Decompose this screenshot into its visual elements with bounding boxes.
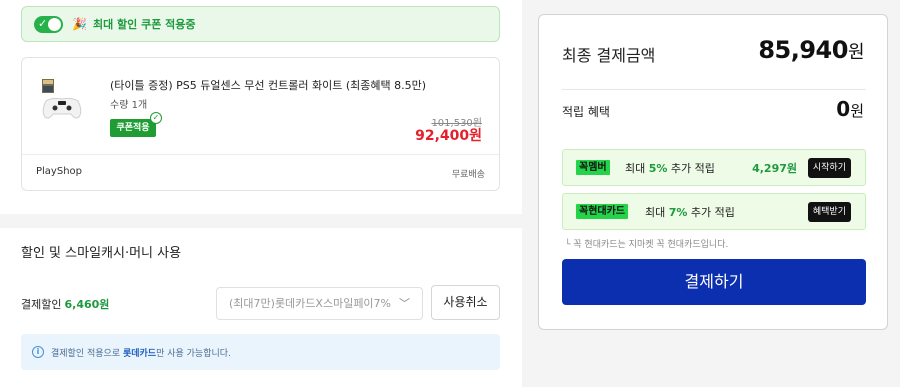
- total-amount: 85,940원: [758, 36, 864, 64]
- payment-discount-label: 결제할인 6,460원: [21, 296, 109, 312]
- order-left-column: ✓ 🎉 최대 할인 쿠폰 적용중 (타이틀 증정) PS5 듀얼센스 무선 컨트…: [0, 0, 522, 387]
- reward-amount-value: 0: [836, 97, 851, 121]
- party-popper-icon: 🎉: [72, 17, 87, 31]
- total-label: 최종 결제금액: [562, 46, 656, 65]
- discount-info-text: 결제할인 적용으로 롯데카드만 사용 가능합니다.: [51, 346, 231, 359]
- check-icon: ✓: [38, 16, 48, 30]
- promo-text-after: 추가 적립: [667, 162, 715, 175]
- chevron-down-icon: ﹀: [399, 297, 410, 310]
- coupon-applied-text: 최대 할인 쿠폰 적용중: [92, 18, 196, 31]
- coupon-toggle[interactable]: ✓: [34, 15, 63, 33]
- membership-promo-text: 최대 5% 추가 적립: [625, 160, 715, 176]
- product-title[interactable]: (타이틀 증정) PS5 듀얼센스 무선 컨트롤러 화이트 (최종혜택 8.5만…: [110, 77, 426, 93]
- membership-reward-value: 4,297원: [752, 162, 797, 175]
- product-item: (타이틀 증정) PS5 듀얼센스 무선 컨트롤러 화이트 (최종혜택 8.5만…: [21, 57, 500, 191]
- info-text-after: 만 사용 가능합니다.: [156, 348, 231, 359]
- check-icon: ✓: [150, 112, 162, 124]
- toggle-knob: [48, 17, 61, 31]
- reward-label: 적립 혜택: [562, 105, 610, 119]
- divider: [22, 154, 499, 155]
- discount-info-box: i 결제할인 적용으로 롯데카드만 사용 가능합니다.: [21, 334, 500, 370]
- discount-heading: 할인 및 스마일캐시·머니 사용: [21, 246, 182, 261]
- discount-card: 할인 및 스마일캐시·머니 사용 결제할인 6,460원 (최대7만)롯데카드X스…: [0, 228, 522, 387]
- card-discount-select[interactable]: (최대7만)롯데카드X스마일페이7% ﹀: [216, 287, 423, 320]
- order-product-card: ✓ 🎉 최대 할인 쿠폰 적용중 (타이틀 증정) PS5 듀얼센스 무선 컨트…: [0, 0, 522, 214]
- promo-text-before: 최대: [645, 206, 669, 219]
- badge-name: 멤버: [588, 162, 607, 173]
- sale-price: 92,400원: [415, 128, 482, 144]
- currency-unit: 원: [847, 42, 865, 63]
- max-coupon-bar: ✓ 🎉 최대 할인 쿠폰 적용중: [21, 6, 500, 42]
- hyundai-card-promo-text: 최대 7% 추가 적립: [645, 204, 735, 220]
- cancel-discount-button[interactable]: 사용취소: [431, 285, 500, 320]
- membership-badge: 꼭멤버: [576, 160, 610, 175]
- payment-summary-panel: 최종 결제금액 85,940원 적립 혜택 0원 꼭멤버 최대 5% 추가 적립…: [538, 14, 888, 330]
- info-text-before: 결제할인 적용으로: [51, 348, 123, 359]
- pay-button[interactable]: 결제하기: [562, 259, 866, 305]
- total-amount-value: 85,940: [758, 36, 848, 64]
- start-membership-button[interactable]: 시작하기: [807, 158, 851, 178]
- badge-prefix: 꼭: [579, 162, 589, 173]
- select-value: (최대7만)롯데카드X스마일페이7%: [229, 297, 392, 310]
- promo-percent: 7%: [668, 206, 688, 219]
- hyundai-card-badge: 꼭현대카드: [576, 204, 629, 219]
- hyundai-card-promo: 꼭현대카드 최대 7% 추가 적립 혜택받기: [562, 193, 866, 230]
- divider: [562, 89, 866, 90]
- promo-text-before: 최대: [625, 162, 649, 175]
- payment-discount-amount: 6,460원: [64, 298, 110, 311]
- shop-name[interactable]: PlayShop: [36, 166, 82, 177]
- badge-prefix: 꼭: [579, 206, 589, 217]
- payment-discount-text: 결제할인: [21, 298, 62, 311]
- currency-unit: 원: [850, 102, 864, 120]
- shipping-label: 무료배송: [451, 170, 485, 180]
- controller-product-image[interactable]: [40, 77, 84, 129]
- promo-percent: 5%: [648, 162, 668, 175]
- membership-promo: 꼭멤버 최대 5% 추가 적립 4,297원 시작하기: [562, 149, 866, 186]
- info-icon: i: [32, 346, 44, 358]
- get-benefit-button[interactable]: 혜택받기: [807, 202, 851, 222]
- promo-text-after: 추가 적립: [687, 206, 735, 219]
- reward-amount: 0원: [836, 97, 864, 121]
- product-quantity: 수량 1개: [110, 100, 148, 111]
- hyundai-card-note: └ 꼭 현대카드는 지마켓 꼭 현대카드입니다.: [565, 240, 729, 250]
- badge-name: 현대카드: [588, 206, 626, 217]
- coupon-applied-badge: 쿠폰적용: [110, 119, 156, 137]
- info-text-highlight: 롯데카드: [122, 348, 157, 359]
